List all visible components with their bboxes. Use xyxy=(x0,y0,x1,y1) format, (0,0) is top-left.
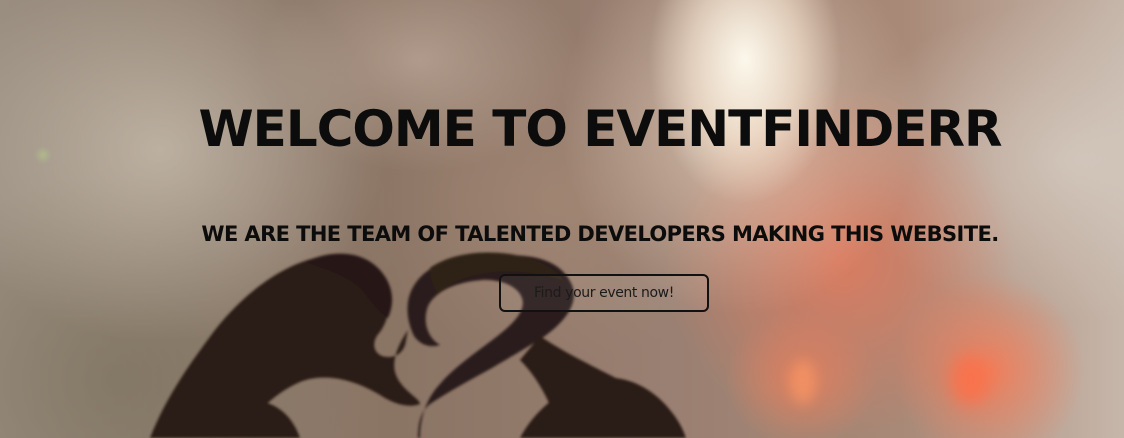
hero-section: WELCOME TO EVENTFINDERR WE ARE THE TEAM … xyxy=(0,0,1124,438)
heart-hands-silhouette xyxy=(150,252,686,438)
hero-subtitle: WE ARE THE TEAM OF TALENTED DEVELOPERS M… xyxy=(201,222,999,246)
find-event-button[interactable]: Find your event now! xyxy=(499,274,709,312)
page-title: WELCOME TO EVENTFINDERR xyxy=(198,100,1003,158)
